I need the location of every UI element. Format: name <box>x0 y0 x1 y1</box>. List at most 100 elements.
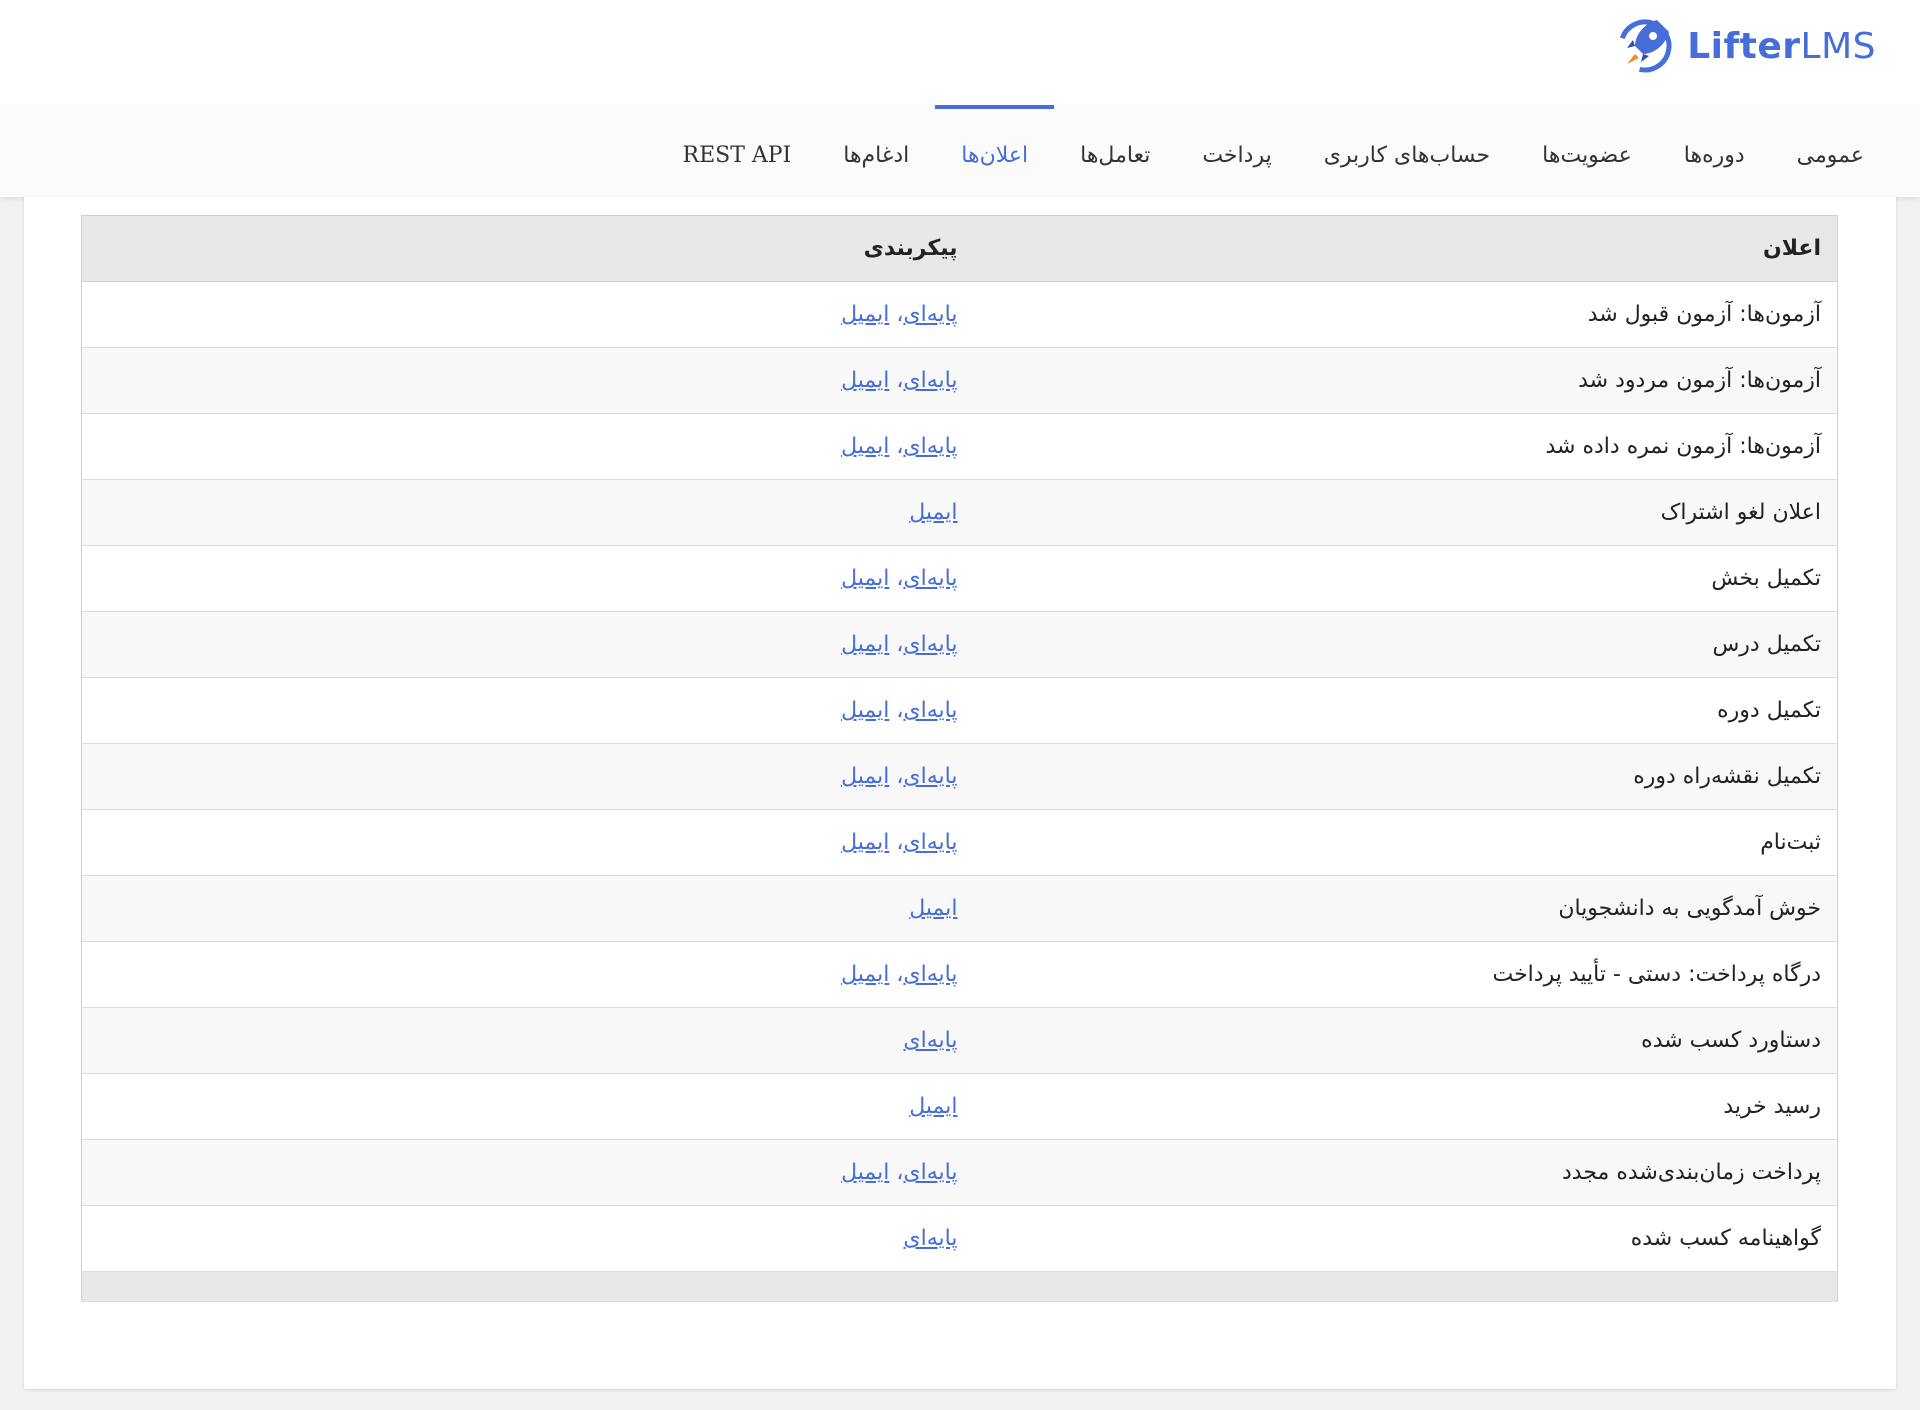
config-link-email[interactable]: ایمیل <box>909 500 957 525</box>
notification-name: تکمیل درس <box>973 611 1838 678</box>
config-link-basic[interactable]: پایه‌ای <box>903 830 957 855</box>
table-row: رسید خرید ایمیل <box>81 1073 1838 1140</box>
notification-config: ایمیل <box>81 875 974 942</box>
notification-name: اعلان لغو اشتراک <box>973 479 1838 546</box>
config-link-basic[interactable]: پایه‌ای <box>903 302 957 327</box>
config-link-basic[interactable]: پایه‌ای <box>903 368 957 393</box>
table-row: آزمون‌ها: آزمون مردود شد پایه‌ای، ایمیل <box>81 347 1838 414</box>
notification-config: پایه‌ای، ایمیل <box>81 1139 974 1206</box>
notification-config: پایه‌ای، ایمیل <box>81 677 974 744</box>
config-link-email[interactable]: ایمیل <box>841 1160 889 1185</box>
notification-name: رسید خرید <box>973 1073 1838 1140</box>
rocket-icon <box>1613 12 1677 80</box>
config-link-email[interactable]: ایمیل <box>841 962 889 987</box>
tab-3[interactable]: حساب‌های کاربری <box>1298 105 1516 197</box>
notification-name: تکمیل نقشه‌راه دوره <box>973 743 1838 810</box>
config-link-email[interactable]: ایمیل <box>841 764 889 789</box>
notification-config: پایه‌ای <box>81 1205 974 1272</box>
notification-name: تکمیل دوره <box>973 677 1838 744</box>
notification-config: ایمیل <box>81 1073 974 1140</box>
table-row: تکمیل درس پایه‌ای، ایمیل <box>81 611 1838 678</box>
config-link-email[interactable]: ایمیل <box>841 368 889 393</box>
notification-config: پایه‌ای، ایمیل <box>81 743 974 810</box>
table-row: درگاه پرداخت: دستی - تأیید پرداخت پایه‌ای… <box>81 941 1838 1008</box>
config-link-basic[interactable]: پایه‌ای <box>903 632 957 657</box>
table-row: تکمیل دوره پایه‌ای، ایمیل <box>81 677 1838 744</box>
tab-1[interactable]: دوره‌ها <box>1658 105 1771 197</box>
config-link-email[interactable]: ایمیل <box>909 1094 957 1119</box>
notification-config: ایمیل <box>81 479 974 546</box>
table-row: دستاورد کسب شده پایه‌ای <box>81 1007 1838 1074</box>
config-link-basic[interactable]: پایه‌ای <box>903 434 957 459</box>
tab-4[interactable]: پرداخت <box>1176 105 1297 197</box>
link-separator: ، <box>889 302 904 327</box>
notification-name: آزمون‌ها: آزمون مردود شد <box>973 347 1838 414</box>
link-separator: ، <box>889 632 904 657</box>
notification-config: پایه‌ای، ایمیل <box>81 281 974 348</box>
notifications-panel: اعلان پیکربندی آزمون‌ها: آزمون قبول شد پا… <box>24 197 1896 1389</box>
config-link-basic[interactable]: پایه‌ای <box>903 566 957 591</box>
config-link-basic[interactable]: پایه‌ای <box>903 1028 957 1053</box>
config-link-email[interactable]: ایمیل <box>841 302 889 327</box>
table-row: ثبت‌نام پایه‌ای، ایمیل <box>81 809 1838 876</box>
config-link-email[interactable]: ایمیل <box>841 698 889 723</box>
notification-config: پایه‌ای، ایمیل <box>81 809 974 876</box>
link-separator: ، <box>889 830 904 855</box>
config-link-basic[interactable]: پایه‌ای <box>903 962 957 987</box>
notification-name: آزمون‌ها: آزمون قبول شد <box>973 281 1838 348</box>
link-separator: ، <box>889 698 904 723</box>
notification-name: گواهینامه کسب شده <box>973 1205 1838 1272</box>
config-link-basic[interactable]: پایه‌ای <box>903 698 957 723</box>
notification-name: ثبت‌نام <box>973 809 1838 876</box>
link-separator: ، <box>889 962 904 987</box>
tab-5[interactable]: تعامل‌ها <box>1054 105 1176 197</box>
tab-7[interactable]: ادغام‌ها <box>817 105 935 197</box>
link-separator: ، <box>889 764 904 789</box>
notifications-table: اعلان پیکربندی آزمون‌ها: آزمون قبول شد پا… <box>81 215 1838 1302</box>
tab-2[interactable]: عضویت‌ها <box>1516 105 1658 197</box>
notification-config: پایه‌ای <box>81 1007 974 1074</box>
config-link-basic[interactable]: پایه‌ای <box>903 1160 957 1185</box>
tab-0[interactable]: عمومی <box>1771 105 1890 197</box>
notification-name: تکمیل بخش <box>973 545 1838 612</box>
settings-tabs: عمومی دوره‌ها عضویت‌ها حساب‌های کاربری پرداخ… <box>657 105 1891 197</box>
config-link-email[interactable]: ایمیل <box>841 632 889 657</box>
notification-config: پایه‌ای، ایمیل <box>81 347 974 414</box>
logo-brand-main: Lifter <box>1687 25 1801 67</box>
table-footer <box>81 1271 1838 1302</box>
notification-config: پایه‌ای، ایمیل <box>81 611 974 678</box>
notification-name: آزمون‌ها: آزمون نمره داده شد <box>973 413 1838 480</box>
config-link-email[interactable]: ایمیل <box>841 566 889 591</box>
notification-config: پایه‌ای، ایمیل <box>81 545 974 612</box>
link-separator: ، <box>889 434 904 459</box>
column-header-configuration: پیکربندی <box>81 215 974 282</box>
notification-config: پایه‌ای، ایمیل <box>81 413 974 480</box>
logo-wordmark: LifterLMS <box>1687 26 1876 67</box>
table-row: پرداخت زمان‌بندی‌شده مجدد پایه‌ای، ایمیل <box>81 1139 1838 1206</box>
notification-name: پرداخت زمان‌بندی‌شده مجدد <box>973 1139 1838 1206</box>
table-row: اعلان لغو اشتراک ایمیل <box>81 479 1838 546</box>
lifterlms-logo[interactable]: LifterLMS <box>1613 10 1876 82</box>
notification-name: دستاورد کسب شده <box>973 1007 1838 1074</box>
notification-config: پایه‌ای، ایمیل <box>81 941 974 1008</box>
config-link-basic[interactable]: پایه‌ای <box>903 1226 957 1251</box>
table-row: خوش آمدگویی به دانشجویان ایمیل <box>81 875 1838 942</box>
config-link-email[interactable]: ایمیل <box>909 896 957 921</box>
notification-name: درگاه پرداخت: دستی - تأیید پرداخت <box>973 941 1838 1008</box>
config-link-email[interactable]: ایمیل <box>841 830 889 855</box>
tab-8[interactable]: REST API <box>657 105 818 197</box>
table-row: تکمیل بخش پایه‌ای، ایمیل <box>81 545 1838 612</box>
site-header: LifterLMS <box>0 0 1920 105</box>
link-separator: ، <box>889 368 904 393</box>
logo-brand-suffix: LMS <box>1800 25 1876 67</box>
link-separator: ، <box>889 566 904 591</box>
table-row: تکمیل نقشه‌راه دوره پایه‌ای، ایمیل <box>81 743 1838 810</box>
notification-name: خوش آمدگویی به دانشجویان <box>973 875 1838 942</box>
config-link-basic[interactable]: پایه‌ای <box>903 764 957 789</box>
table-row: آزمون‌ها: آزمون نمره داده شد پایه‌ای، ایم… <box>81 413 1838 480</box>
config-link-email[interactable]: ایمیل <box>841 434 889 459</box>
table-footer-row <box>81 1271 1838 1302</box>
tab-6[interactable]: اعلان‌ها <box>935 105 1055 197</box>
column-header-notification: اعلان <box>973 215 1838 282</box>
table-header-row: اعلان پیکربندی <box>81 215 1838 282</box>
